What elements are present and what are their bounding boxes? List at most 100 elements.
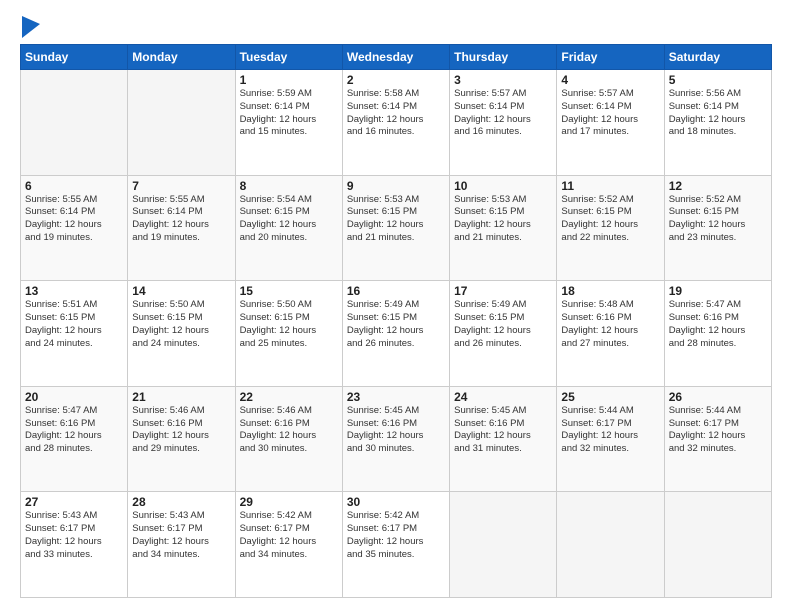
calendar-week-row: 27Sunrise: 5:43 AM Sunset: 6:17 PM Dayli… <box>21 492 772 598</box>
day-number: 16 <box>347 284 445 298</box>
day-info: Sunrise: 5:48 AM Sunset: 6:16 PM Dayligh… <box>561 299 659 350</box>
col-monday: Monday <box>128 45 235 70</box>
day-info: Sunrise: 5:43 AM Sunset: 6:17 PM Dayligh… <box>25 510 123 561</box>
table-row: 12Sunrise: 5:52 AM Sunset: 6:15 PM Dayli… <box>664 175 771 281</box>
day-number: 25 <box>561 390 659 404</box>
header <box>20 18 772 34</box>
table-row: 5Sunrise: 5:56 AM Sunset: 6:14 PM Daylig… <box>664 70 771 176</box>
table-row: 17Sunrise: 5:49 AM Sunset: 6:15 PM Dayli… <box>450 281 557 387</box>
table-row: 14Sunrise: 5:50 AM Sunset: 6:15 PM Dayli… <box>128 281 235 387</box>
table-row: 24Sunrise: 5:45 AM Sunset: 6:16 PM Dayli… <box>450 386 557 492</box>
day-info: Sunrise: 5:42 AM Sunset: 6:17 PM Dayligh… <box>347 510 445 561</box>
day-info: Sunrise: 5:53 AM Sunset: 6:15 PM Dayligh… <box>347 194 445 245</box>
day-info: Sunrise: 5:49 AM Sunset: 6:15 PM Dayligh… <box>454 299 552 350</box>
day-info: Sunrise: 5:47 AM Sunset: 6:16 PM Dayligh… <box>669 299 767 350</box>
day-info: Sunrise: 5:52 AM Sunset: 6:15 PM Dayligh… <box>669 194 767 245</box>
table-row: 29Sunrise: 5:42 AM Sunset: 6:17 PM Dayli… <box>235 492 342 598</box>
logo <box>20 18 40 34</box>
table-row <box>450 492 557 598</box>
table-row: 26Sunrise: 5:44 AM Sunset: 6:17 PM Dayli… <box>664 386 771 492</box>
day-info: Sunrise: 5:47 AM Sunset: 6:16 PM Dayligh… <box>25 405 123 456</box>
day-info: Sunrise: 5:57 AM Sunset: 6:14 PM Dayligh… <box>561 88 659 139</box>
day-number: 1 <box>240 73 338 87</box>
table-row: 22Sunrise: 5:46 AM Sunset: 6:16 PM Dayli… <box>235 386 342 492</box>
col-thursday: Thursday <box>450 45 557 70</box>
day-info: Sunrise: 5:56 AM Sunset: 6:14 PM Dayligh… <box>669 88 767 139</box>
table-row: 16Sunrise: 5:49 AM Sunset: 6:15 PM Dayli… <box>342 281 449 387</box>
day-info: Sunrise: 5:44 AM Sunset: 6:17 PM Dayligh… <box>669 405 767 456</box>
table-row: 23Sunrise: 5:45 AM Sunset: 6:16 PM Dayli… <box>342 386 449 492</box>
calendar-table: Sunday Monday Tuesday Wednesday Thursday… <box>20 44 772 598</box>
day-number: 21 <box>132 390 230 404</box>
table-row: 13Sunrise: 5:51 AM Sunset: 6:15 PM Dayli… <box>21 281 128 387</box>
day-number: 3 <box>454 73 552 87</box>
day-number: 27 <box>25 495 123 509</box>
table-row: 1Sunrise: 5:59 AM Sunset: 6:14 PM Daylig… <box>235 70 342 176</box>
table-row: 2Sunrise: 5:58 AM Sunset: 6:14 PM Daylig… <box>342 70 449 176</box>
day-info: Sunrise: 5:44 AM Sunset: 6:17 PM Dayligh… <box>561 405 659 456</box>
col-sunday: Sunday <box>21 45 128 70</box>
calendar-week-row: 1Sunrise: 5:59 AM Sunset: 6:14 PM Daylig… <box>21 70 772 176</box>
calendar-header-row: Sunday Monday Tuesday Wednesday Thursday… <box>21 45 772 70</box>
table-row: 9Sunrise: 5:53 AM Sunset: 6:15 PM Daylig… <box>342 175 449 281</box>
col-saturday: Saturday <box>664 45 771 70</box>
calendar-week-row: 20Sunrise: 5:47 AM Sunset: 6:16 PM Dayli… <box>21 386 772 492</box>
day-info: Sunrise: 5:49 AM Sunset: 6:15 PM Dayligh… <box>347 299 445 350</box>
table-row: 10Sunrise: 5:53 AM Sunset: 6:15 PM Dayli… <box>450 175 557 281</box>
day-info: Sunrise: 5:55 AM Sunset: 6:14 PM Dayligh… <box>25 194 123 245</box>
col-friday: Friday <box>557 45 664 70</box>
table-row: 20Sunrise: 5:47 AM Sunset: 6:16 PM Dayli… <box>21 386 128 492</box>
day-number: 18 <box>561 284 659 298</box>
day-number: 23 <box>347 390 445 404</box>
table-row: 19Sunrise: 5:47 AM Sunset: 6:16 PM Dayli… <box>664 281 771 387</box>
day-info: Sunrise: 5:46 AM Sunset: 6:16 PM Dayligh… <box>132 405 230 456</box>
table-row: 18Sunrise: 5:48 AM Sunset: 6:16 PM Dayli… <box>557 281 664 387</box>
table-row <box>21 70 128 176</box>
day-number: 29 <box>240 495 338 509</box>
table-row: 8Sunrise: 5:54 AM Sunset: 6:15 PM Daylig… <box>235 175 342 281</box>
table-row: 3Sunrise: 5:57 AM Sunset: 6:14 PM Daylig… <box>450 70 557 176</box>
col-tuesday: Tuesday <box>235 45 342 70</box>
table-row: 27Sunrise: 5:43 AM Sunset: 6:17 PM Dayli… <box>21 492 128 598</box>
table-row <box>664 492 771 598</box>
day-number: 15 <box>240 284 338 298</box>
day-number: 10 <box>454 179 552 193</box>
table-row: 4Sunrise: 5:57 AM Sunset: 6:14 PM Daylig… <box>557 70 664 176</box>
logo-icon <box>22 16 40 38</box>
day-info: Sunrise: 5:55 AM Sunset: 6:14 PM Dayligh… <box>132 194 230 245</box>
col-wednesday: Wednesday <box>342 45 449 70</box>
day-number: 24 <box>454 390 552 404</box>
day-info: Sunrise: 5:59 AM Sunset: 6:14 PM Dayligh… <box>240 88 338 139</box>
day-number: 14 <box>132 284 230 298</box>
table-row: 25Sunrise: 5:44 AM Sunset: 6:17 PM Dayli… <box>557 386 664 492</box>
day-number: 7 <box>132 179 230 193</box>
calendar-week-row: 13Sunrise: 5:51 AM Sunset: 6:15 PM Dayli… <box>21 281 772 387</box>
day-number: 9 <box>347 179 445 193</box>
page: Sunday Monday Tuesday Wednesday Thursday… <box>0 0 792 612</box>
day-number: 20 <box>25 390 123 404</box>
day-info: Sunrise: 5:45 AM Sunset: 6:16 PM Dayligh… <box>347 405 445 456</box>
day-info: Sunrise: 5:50 AM Sunset: 6:15 PM Dayligh… <box>132 299 230 350</box>
day-info: Sunrise: 5:50 AM Sunset: 6:15 PM Dayligh… <box>240 299 338 350</box>
day-number: 4 <box>561 73 659 87</box>
day-info: Sunrise: 5:45 AM Sunset: 6:16 PM Dayligh… <box>454 405 552 456</box>
day-number: 30 <box>347 495 445 509</box>
day-number: 28 <box>132 495 230 509</box>
day-info: Sunrise: 5:53 AM Sunset: 6:15 PM Dayligh… <box>454 194 552 245</box>
table-row: 21Sunrise: 5:46 AM Sunset: 6:16 PM Dayli… <box>128 386 235 492</box>
day-number: 6 <box>25 179 123 193</box>
day-number: 5 <box>669 73 767 87</box>
day-info: Sunrise: 5:58 AM Sunset: 6:14 PM Dayligh… <box>347 88 445 139</box>
table-row: 7Sunrise: 5:55 AM Sunset: 6:14 PM Daylig… <box>128 175 235 281</box>
day-number: 17 <box>454 284 552 298</box>
day-number: 26 <box>669 390 767 404</box>
table-row <box>128 70 235 176</box>
day-info: Sunrise: 5:46 AM Sunset: 6:16 PM Dayligh… <box>240 405 338 456</box>
day-info: Sunrise: 5:57 AM Sunset: 6:14 PM Dayligh… <box>454 88 552 139</box>
day-number: 2 <box>347 73 445 87</box>
calendar-week-row: 6Sunrise: 5:55 AM Sunset: 6:14 PM Daylig… <box>21 175 772 281</box>
day-number: 11 <box>561 179 659 193</box>
table-row <box>557 492 664 598</box>
day-number: 13 <box>25 284 123 298</box>
table-row: 28Sunrise: 5:43 AM Sunset: 6:17 PM Dayli… <box>128 492 235 598</box>
